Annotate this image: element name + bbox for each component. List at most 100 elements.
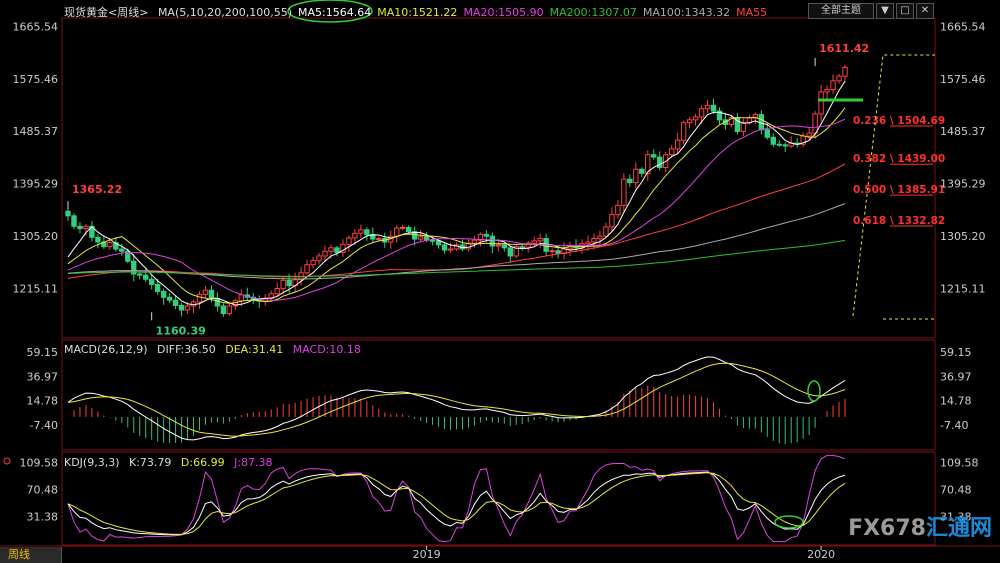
theme-select[interactable]: 全部主题 [808,3,874,19]
candle-body [824,89,830,93]
candle-body [782,144,788,147]
candle-body [358,229,364,234]
candle-body [680,122,687,141]
candle-body [495,244,502,247]
kdj-j: J:87.38 [234,456,273,469]
dropdown-arrow-icon: ▼ [881,5,889,16]
symbol-name: 现货黄金 [64,6,108,19]
price-tick-right-5: 1215.11 [940,282,986,295]
price-tick-left-5: 1215.11 [13,282,59,295]
candle-body [208,289,215,299]
candle-body [740,122,747,132]
candle-body [842,66,848,77]
candle-body [214,297,221,307]
candle-body [830,80,836,91]
ma-value-2: MA20:1505.90 [463,6,544,19]
kdj-d-line [67,472,846,535]
fib-label-1: 0.382 \ 1439.00 [853,153,945,165]
candle-body [137,273,143,276]
ma-value-0: MA5:1564.64 [298,6,372,19]
candle-body [627,178,633,184]
price-tick-left-0: 1665.54 [13,20,59,33]
price-tick-left-3: 1395.29 [13,178,59,191]
candle-body [166,296,173,301]
kdj-tick-left-1: 70.48 [27,484,59,497]
candle-body [202,289,209,295]
candle-body [710,104,717,112]
candle-body [316,255,322,262]
dropdown-toggle-button[interactable]: ▼ [876,3,894,19]
price-tick-left-4: 1305.20 [13,230,59,243]
timeframe-tab-label: 周线 [8,548,30,561]
candle-body [196,293,203,303]
ma-line-ma10 [67,107,846,304]
candle-body [160,290,167,298]
kdj-k: K:73.79 [129,456,172,469]
watermark-logo: FX678汇通网 [848,510,992,542]
ma-line-ma55 [67,163,846,279]
price-tick-right-1: 1575.46 [940,73,986,86]
annotation-label-2: 1611.42 [819,42,869,55]
macd-tick-left-3: -7.40 [30,419,58,432]
candle-body [591,238,597,243]
macd-diff: DIFF:36.50 [157,343,216,356]
macd-dea: DEA:31.41 [225,343,284,356]
candle-body [154,283,161,292]
price-tick-right-2: 1485.37 [940,125,986,138]
price-tick-right-3: 1395.29 [940,178,986,191]
candle-body [71,215,77,227]
candle-body [674,139,681,150]
period-label: <周线> [108,6,149,19]
candle-body [77,225,83,230]
candle-body [405,226,412,233]
candle-body [83,225,89,230]
candle-body [143,274,149,280]
watermark-text-a: FX678 [848,516,926,541]
candle-body [519,246,525,249]
candle-body [836,75,842,82]
timeframe-tab[interactable]: 周线 [0,547,62,563]
candle-body [184,305,191,311]
price-tick-right-0: 1665.54 [940,20,986,33]
candle-body [226,305,233,315]
candle-body [376,238,382,241]
candle-body [704,104,711,110]
candle-body [334,247,340,253]
ma-params: MA(5,10,20,200,100,55) [157,6,292,19]
kdj-k-line [67,471,846,536]
kdj-settings-icon[interactable] [3,457,11,465]
theme-select-label: 全部主题 [821,5,861,16]
candle-body [429,239,436,242]
candle-body [328,247,334,252]
macd-tick-left-2: 14.78 [27,395,59,408]
price-tick-left-1: 1575.46 [13,73,59,86]
restore-icon[interactable]: □ [896,3,914,19]
candle-body [172,299,179,306]
candle-body [585,241,591,245]
candle-body [758,114,765,131]
main-header: 现货黄金<周线> MA(5,10,20,200,100,55) MA5:1564.… [64,4,779,20]
macd-value: MACD:10.18 [292,343,361,356]
macd-cross-highlight [807,380,821,402]
candle-body [148,278,155,285]
candle-body [633,168,639,184]
candle-body [107,242,113,248]
candle-body [483,233,490,237]
candle-body [441,244,448,251]
kdj-tick-left-0: 109.58 [20,457,59,470]
candle-body [776,143,782,146]
macd-tick-right-2: 14.78 [940,395,972,408]
ma-value-3: MA200:1307.07 [549,6,637,19]
close-icon[interactable]: ✕ [916,3,934,19]
candle-body [65,210,71,217]
candle-body [537,238,543,242]
chart-canvas[interactable]: 1365.22 1160.39 1611.42 0.236 \ 1504.69 0.38… [0,0,1000,563]
kdj-tick-left-2: 31.38 [27,510,59,523]
watermark-text-b: 汇通网 [925,516,992,541]
macd-tick-left-0: 59.15 [27,346,59,359]
candle-body [609,214,615,228]
fib-label-0: 0.236 \ 1504.69 [853,115,945,127]
macd-header: MACD(26,12,9) DIFF:36.50 DEA:31.41 MACD:… [64,343,367,356]
candle-body [668,148,675,156]
price-tick-right-4: 1305.20 [940,230,986,243]
